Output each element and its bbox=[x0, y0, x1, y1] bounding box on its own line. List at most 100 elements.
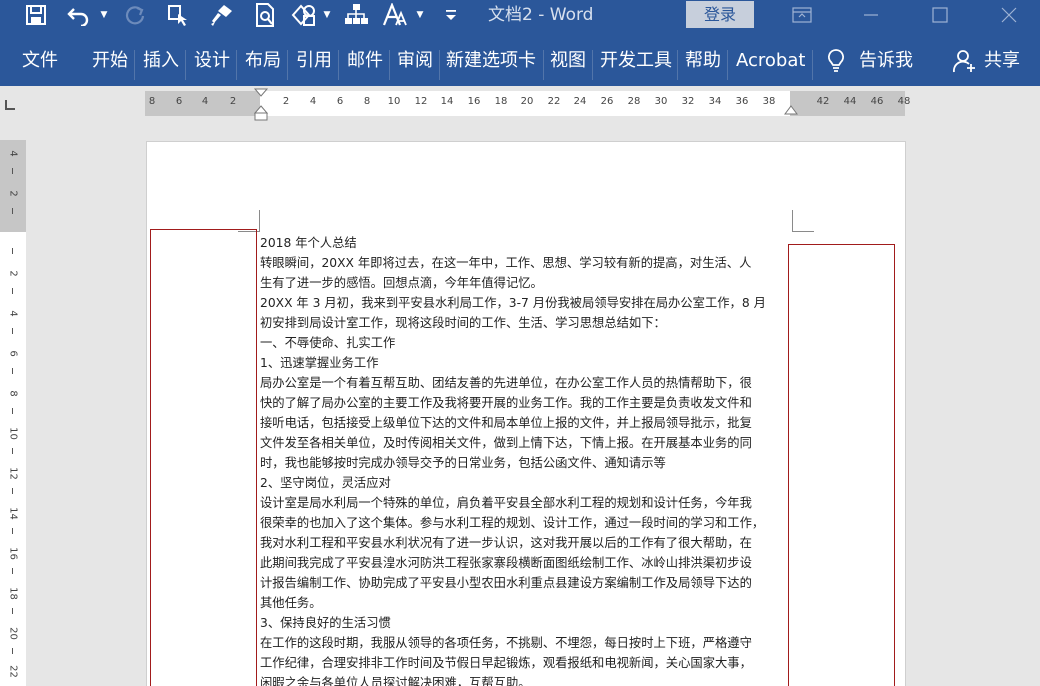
document-title: 文档2 - Word bbox=[488, 5, 594, 25]
shapes-icon[interactable] bbox=[286, 0, 322, 30]
vertical-ruler[interactable]: 4 2 2 4 6 8 10 12 14 16 18 20 22 bbox=[0, 140, 26, 686]
right-text-box[interactable] bbox=[788, 244, 895, 686]
maximize-icon[interactable] bbox=[917, 0, 963, 30]
subsection-heading: 3、保持良好的生活习惯 bbox=[260, 616, 391, 630]
tab-home[interactable]: 开始 bbox=[92, 30, 128, 86]
tab-separator bbox=[812, 50, 813, 80]
right-indent-marker-icon[interactable] bbox=[784, 104, 798, 118]
paragraph-line: 快的了解了局办公室的主要工作及我将要开展的业务工作。我的工作主要是负责收发文件和 bbox=[260, 396, 752, 410]
tab-separator bbox=[439, 50, 440, 80]
ruler-tick bbox=[12, 368, 13, 374]
smartart-icon[interactable] bbox=[340, 0, 372, 30]
customize-toolbar-icon[interactable] bbox=[441, 0, 461, 30]
ruler-label: 12 bbox=[7, 467, 19, 480]
paragraph-line: 生有了进一步的感悟。回想点滴，今年年值得记忆。 bbox=[260, 276, 543, 290]
ruler-label: 22 bbox=[7, 665, 19, 678]
tab-help[interactable]: 帮助 bbox=[685, 30, 721, 86]
ruler-label: 4 bbox=[201, 96, 209, 107]
tab-separator bbox=[389, 50, 390, 80]
paragraph-line: 接听电话，包括接受上级单位下达的文件和局本单位上报的文件，并上报局领导批示，批复 bbox=[260, 416, 752, 430]
tell-me-search[interactable]: 告诉我 bbox=[859, 30, 913, 86]
text-effects-dropdown-icon[interactable]: ▼ bbox=[413, 0, 427, 30]
tab-acrobat[interactable]: Acrobat bbox=[736, 30, 805, 86]
touch-mode-icon[interactable] bbox=[163, 0, 193, 30]
shapes-dropdown-icon[interactable]: ▼ bbox=[320, 0, 334, 30]
tab-new-tab[interactable]: 新建选项卡 bbox=[446, 30, 536, 86]
undo-dropdown-icon[interactable]: ▼ bbox=[97, 0, 111, 30]
tab-review[interactable]: 审阅 bbox=[397, 30, 433, 86]
paragraph-line: 其他任务。 bbox=[260, 596, 322, 610]
ruler-label: 46 bbox=[870, 96, 884, 107]
ruler-label: 20 bbox=[7, 627, 19, 640]
text-effects-icon[interactable] bbox=[380, 0, 410, 30]
ruler-tick bbox=[12, 288, 13, 294]
ruler-label: 42 bbox=[816, 96, 830, 107]
document-heading: 2018 年个人总结 bbox=[260, 236, 357, 250]
lightbulb-icon[interactable] bbox=[826, 48, 846, 78]
paragraph-line: 转眼瞬间，20XX 年即将过去，在这一年中，工作、思想、学习较有新的提高，对生活… bbox=[260, 256, 752, 270]
left-tab-icon bbox=[5, 100, 15, 110]
ruler-label: 4 bbox=[7, 310, 19, 317]
ruler-label: 38 bbox=[762, 96, 776, 107]
undo-icon[interactable] bbox=[64, 0, 94, 30]
tab-separator bbox=[338, 50, 339, 80]
tab-references[interactable]: 引用 bbox=[296, 30, 332, 86]
tab-insert[interactable]: 插入 bbox=[143, 30, 179, 86]
ruler-tick bbox=[12, 488, 13, 494]
ruler-label: 8 bbox=[7, 390, 19, 397]
left-text-box[interactable] bbox=[150, 229, 257, 686]
close-icon[interactable] bbox=[986, 0, 1032, 30]
ruler-label: 44 bbox=[843, 96, 857, 107]
ruler-label: 36 bbox=[735, 96, 749, 107]
ruler-label: 12 bbox=[414, 96, 428, 107]
ruler-label: 10 bbox=[387, 96, 401, 107]
ruler-tick bbox=[12, 608, 13, 614]
ruler-label: 14 bbox=[7, 507, 19, 520]
tab-design[interactable]: 设计 bbox=[194, 30, 230, 86]
ruler-tick bbox=[12, 568, 13, 574]
print-preview-icon[interactable] bbox=[250, 0, 280, 30]
login-button[interactable]: 登录 bbox=[686, 1, 754, 28]
format-painter-icon[interactable] bbox=[205, 0, 237, 30]
paragraph-line: 设计室是局水利局一个特殊的单位，肩负着平安县全部水利工程的规划和设计任务，今年我 bbox=[260, 496, 752, 510]
ruler-tick bbox=[12, 528, 13, 534]
user-icon[interactable] bbox=[953, 48, 977, 78]
crop-mark bbox=[792, 210, 814, 232]
ruler-label: 2 bbox=[7, 270, 19, 277]
redo-icon bbox=[120, 0, 150, 30]
horizontal-ruler[interactable]: 8 6 4 2 2 4 6 8 10 12 14 16 18 20 22 24 … bbox=[145, 88, 910, 121]
tab-separator bbox=[592, 50, 593, 80]
title-bar: ▼ ▼ ▼ 文档2 - Word 登录 bbox=[0, 0, 1040, 30]
section-heading: 一、不辱使命、扎实工作 bbox=[260, 336, 396, 350]
paragraph-line: 很荣幸的也加入了这个集体。参与水利工程的规划、设计工作，通过一段时间的学习和工作… bbox=[260, 516, 765, 530]
tab-developer[interactable]: 开发工具 bbox=[600, 30, 672, 86]
document-body[interactable]: 2018 年个人总结 转眼瞬间，20XX 年即将过去，在这一年中，工作、思想、学… bbox=[260, 233, 792, 686]
ruler-label: 8 bbox=[148, 96, 156, 107]
tab-file[interactable]: 文件 bbox=[22, 30, 58, 86]
paragraph-line: 文件发至各相关单位，及时传阅相关文件，做到上情下达，下情上报。在开展基本业务的同 bbox=[260, 436, 752, 450]
paragraph-line: 计报告编制工作、协助完成了平安县小型农田水利重点县建设方案编制工作及局领导下达的 bbox=[260, 576, 752, 590]
ruler-label: 34 bbox=[708, 96, 722, 107]
ruler-label: 6 bbox=[175, 96, 183, 107]
tab-layout[interactable]: 布局 bbox=[245, 30, 281, 86]
paragraph-line: 初安排到局设计室工作，现将这段时间的工作、生活、学习思想总结如下： bbox=[260, 316, 666, 330]
ruler-tick bbox=[12, 408, 13, 414]
ruler-label: 18 bbox=[7, 587, 19, 600]
paragraph-line: 局办公室是一个有着互帮互助、团结友善的先进单位，在办公室工作人员的热情帮助下，很 bbox=[260, 376, 752, 390]
ruler-label: 10 bbox=[7, 427, 19, 440]
tab-separator bbox=[677, 50, 678, 80]
save-icon[interactable] bbox=[20, 0, 52, 30]
indent-marker-icon[interactable] bbox=[253, 88, 269, 122]
ruler-label: 26 bbox=[600, 96, 614, 107]
tab-view[interactable]: 视图 bbox=[550, 30, 586, 86]
share-button[interactable]: 共享 bbox=[984, 30, 1020, 86]
ruler-label: 4 bbox=[309, 96, 317, 107]
tab-separator bbox=[185, 50, 186, 80]
tab-mailings[interactable]: 邮件 bbox=[347, 30, 383, 86]
paragraph-line: 工作纪律，合理安排非工作时间及节假日早起锻炼，观看报纸和电视新闻，关心国家大事， bbox=[260, 656, 752, 670]
tab-separator bbox=[727, 50, 728, 80]
ribbon-display-icon[interactable] bbox=[779, 0, 825, 30]
ruler-tick bbox=[12, 328, 13, 334]
paragraph-line: 我对水利工程和平安县水利状况有了进一步认识，这对我开展以后的工作有了很大帮助，在 bbox=[260, 536, 752, 550]
minimize-icon[interactable] bbox=[848, 0, 894, 30]
